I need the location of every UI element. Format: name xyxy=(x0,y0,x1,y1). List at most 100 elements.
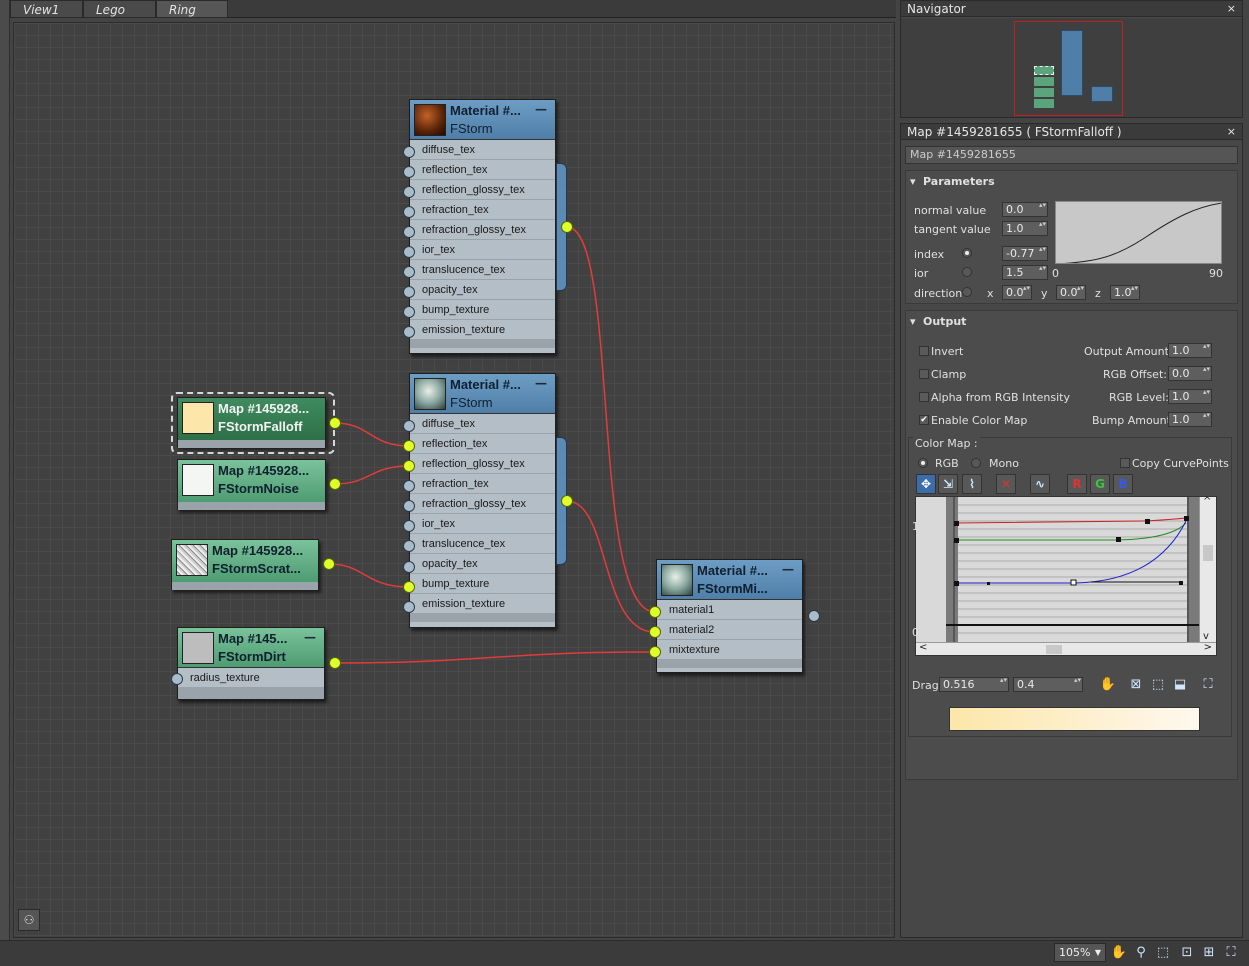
slot-opacity[interactable]: opacity_tex xyxy=(410,554,555,574)
output-socket[interactable] xyxy=(561,221,573,233)
index-spinner[interactable]: -0.77 xyxy=(1002,246,1048,261)
slot-ior[interactable]: ior_tex xyxy=(410,514,555,534)
close-icon[interactable]: × xyxy=(1227,1,1236,17)
node-header[interactable]: Map #145928... FStormScrat... xyxy=(172,540,318,582)
slot-translucence[interactable]: translucence_tex xyxy=(410,534,555,554)
zoom-extents-icon[interactable]: ⊡ xyxy=(1178,944,1196,962)
input-socket[interactable] xyxy=(403,420,415,432)
input-socket[interactable] xyxy=(171,673,183,685)
slot-diffuse[interactable]: diffuse_tex xyxy=(410,140,555,160)
y-spinner[interactable]: 0.0 xyxy=(1056,285,1086,300)
node-header[interactable]: Map #145... FStormDirt — xyxy=(178,628,324,668)
input-socket[interactable] xyxy=(403,540,415,552)
invert-checkbox[interactable] xyxy=(919,346,929,356)
curve-editor[interactable]: ^ v < > xyxy=(915,496,1217,656)
node-resize-handle[interactable] xyxy=(172,582,318,590)
tab-ring[interactable]: Ring xyxy=(156,0,228,18)
close-icon[interactable]: × xyxy=(1227,124,1236,140)
pan-hand-icon[interactable]: ✋ xyxy=(1110,944,1128,962)
scroll-thumb[interactable] xyxy=(1046,645,1062,654)
input-socket[interactable] xyxy=(403,480,415,492)
minimize-icon[interactable]: — xyxy=(782,562,794,576)
node-map-scratches[interactable]: Map #145928... FStormScrat... xyxy=(171,539,319,590)
output-socket[interactable] xyxy=(323,558,335,570)
output-socket[interactable] xyxy=(329,478,341,490)
node-header[interactable]: Material #... FStormMi... — xyxy=(657,560,802,600)
node-header[interactable]: Map #145928... FStormNoise xyxy=(178,460,325,502)
binoculars-icon[interactable]: ⚇ xyxy=(18,909,40,931)
node-resize-handle[interactable] xyxy=(410,614,555,622)
minimize-icon[interactable]: — xyxy=(304,630,316,644)
output-amount-spinner[interactable]: 1.0 xyxy=(1168,343,1212,358)
node-header[interactable]: Material #... FStorm — xyxy=(410,100,555,140)
zoom-region-icon[interactable]: ⬚ xyxy=(1154,944,1172,962)
insert-point-icon[interactable]: ⌇ xyxy=(962,474,982,494)
chevron-down-icon[interactable]: v xyxy=(1203,631,1209,642)
input-socket[interactable] xyxy=(403,520,415,532)
copy-curvepoints-checkbox[interactable] xyxy=(1120,458,1130,468)
reset-curve-icon[interactable]: ∿ xyxy=(1030,474,1050,494)
zoom-region-icon[interactable]: ⛶ xyxy=(1199,676,1217,694)
input-socket[interactable] xyxy=(649,646,661,658)
node-resize-handle[interactable] xyxy=(178,440,325,448)
zoom-vertical-icon[interactable]: ⬓ xyxy=(1171,676,1189,694)
input-socket[interactable] xyxy=(403,581,415,593)
x-spinner[interactable]: 0.0 xyxy=(1002,285,1032,300)
node-map-falloff[interactable]: Map #145928... FStormFalloff xyxy=(177,397,326,448)
enable-color-map-checkbox[interactable]: ✔ xyxy=(919,415,929,425)
slot-material2[interactable]: material2 xyxy=(657,620,802,640)
zoom-horizontal-icon[interactable]: ⬚ xyxy=(1149,676,1167,694)
scale-point-icon[interactable]: ⇲ xyxy=(938,474,958,494)
direction-radio[interactable] xyxy=(962,287,972,297)
input-socket[interactable] xyxy=(403,146,415,158)
input-socket[interactable] xyxy=(403,561,415,573)
input-socket[interactable] xyxy=(403,440,415,452)
slot-bump[interactable]: bump_texture xyxy=(410,300,555,320)
ior-spinner[interactable]: 1.5 xyxy=(1002,265,1048,280)
input-socket[interactable] xyxy=(403,226,415,238)
node-resize-handle[interactable] xyxy=(410,340,555,348)
slot-opacity[interactable]: opacity_tex xyxy=(410,280,555,300)
node-header[interactable]: Map #145928... FStormFalloff xyxy=(178,398,325,440)
navigator-view[interactable] xyxy=(901,18,1242,117)
node-resize-handle[interactable] xyxy=(178,688,324,699)
maximize-icon[interactable]: ⛶ xyxy=(1222,944,1240,962)
collapse-arrow-icon[interactable]: ▾ xyxy=(910,315,916,328)
slot-reflection-glossy[interactable]: reflection_glossy_tex xyxy=(410,454,555,474)
node-material-1[interactable]: Material #... FStorm — diffuse_tex refle… xyxy=(409,99,556,354)
output-socket[interactable] xyxy=(808,610,820,622)
zoom-icon[interactable]: ⚲ xyxy=(1132,944,1150,962)
move-point-icon[interactable]: ✥ xyxy=(916,474,936,494)
input-socket[interactable] xyxy=(403,166,415,178)
input-socket[interactable] xyxy=(403,286,415,298)
slot-diffuse[interactable]: diffuse_tex xyxy=(410,414,555,434)
slot-bump[interactable]: bump_texture xyxy=(410,574,555,594)
slot-mixtexture[interactable]: mixtexture xyxy=(657,640,802,660)
parameters-header[interactable]: Parameters xyxy=(923,175,995,188)
output-header[interactable]: Output xyxy=(923,315,966,328)
alpha-checkbox[interactable] xyxy=(919,392,929,402)
mono-radio[interactable] xyxy=(971,458,981,468)
slot-refraction[interactable]: refraction_tex xyxy=(410,200,555,220)
node-map-noise[interactable]: Map #145928... FStormNoise xyxy=(177,459,326,510)
slot-refraction-glossy[interactable]: refraction_glossy_tex xyxy=(410,494,555,514)
input-socket[interactable] xyxy=(403,266,415,278)
input-socket[interactable] xyxy=(403,460,415,472)
node-map-dirt[interactable]: Map #145... FStormDirt — radius_texture xyxy=(177,627,325,700)
minimize-icon[interactable]: — xyxy=(535,376,547,390)
green-channel-button[interactable]: G xyxy=(1090,474,1110,494)
node-resize-handle[interactable] xyxy=(657,660,802,668)
scroll-thumb[interactable] xyxy=(1203,545,1213,561)
slot-radius-texture[interactable]: radius_texture xyxy=(178,668,324,688)
chevron-right-icon[interactable]: > xyxy=(1204,642,1212,653)
ior-radio[interactable] xyxy=(962,267,972,277)
output-socket[interactable] xyxy=(329,657,341,669)
falloff-curve-graph[interactable] xyxy=(1055,201,1222,264)
drag-x-field[interactable]: 0.516 xyxy=(939,677,1009,692)
pan-hand-icon[interactable]: ✋ xyxy=(1099,676,1117,694)
input-socket[interactable] xyxy=(403,326,415,338)
output-socket[interactable] xyxy=(329,417,341,429)
rgb-offset-spinner[interactable]: 0.0 xyxy=(1168,366,1212,381)
horizontal-scrollbar[interactable]: < > xyxy=(916,642,1216,655)
input-socket[interactable] xyxy=(649,626,661,638)
